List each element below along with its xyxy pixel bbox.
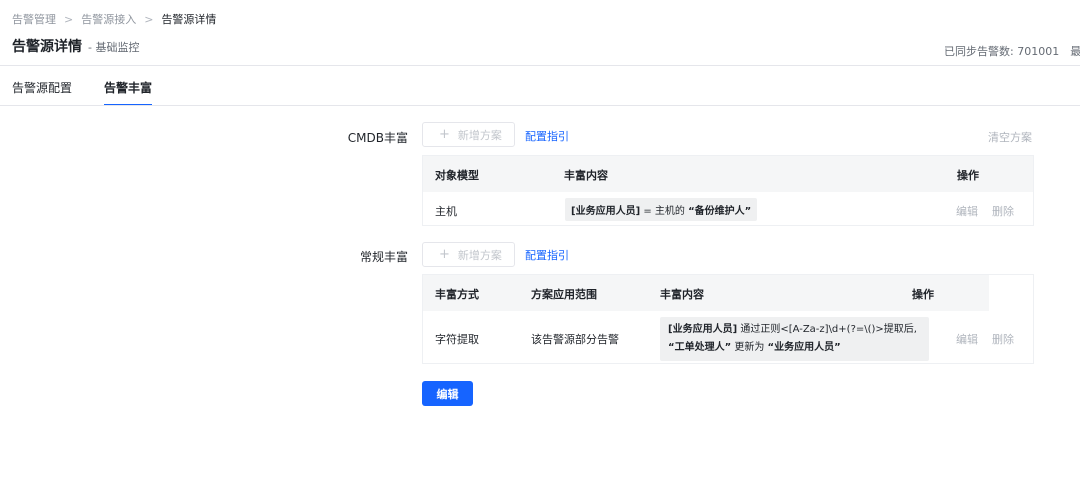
chevron-right-icon: >	[144, 12, 154, 26]
apply-scope-cell: 该告警源部分告警	[531, 333, 619, 346]
plus-icon: +	[439, 247, 450, 262]
edit-row-button[interactable]: 编辑	[956, 203, 978, 219]
regular-table-header: 丰富方式 方案应用范围 丰富内容 操作	[423, 275, 989, 311]
tab-alert-source-config[interactable]: 告警源配置	[12, 66, 72, 106]
cmdb-guide-link[interactable]: 配置指引	[525, 128, 569, 144]
update-text: 更新为	[731, 342, 768, 353]
destination-field: “业务应用人员”	[767, 342, 841, 353]
regular-section-label: 常规丰富	[359, 250, 408, 264]
mapping-text: = 主机的	[640, 206, 689, 217]
target-role: [业务应用人员]	[571, 206, 641, 217]
tab-alert-enrichment[interactable]: 告警丰富	[104, 66, 153, 106]
plus-icon: +	[439, 127, 450, 142]
tab-bar: 告警源配置 告警丰富	[12, 66, 184, 106]
column-header-enrich-content: 丰富内容	[660, 288, 704, 301]
column-header-enrich-method: 丰富方式	[435, 288, 479, 301]
column-header-apply-scope: 方案应用范围	[531, 288, 597, 301]
add-plan-label: 新增方案	[457, 248, 502, 262]
enrich-content-chip: [业务应用人员] = 主机的 “备份维护人”	[565, 198, 758, 221]
chevron-right-icon: >	[64, 12, 74, 26]
cmdb-section-label: CMDB丰富	[347, 131, 408, 145]
edit-button[interactable]: 编辑	[422, 381, 473, 406]
cmdb-add-plan-button[interactable]: + 新增方案	[422, 122, 515, 147]
edit-row-button[interactable]: 编辑	[956, 331, 978, 347]
source-field: “备份维护人”	[688, 206, 752, 217]
breadcrumb: 告警管理 > 告警源接入 > 告警源详情	[12, 11, 216, 27]
synced-alert-count: 已同步告警数: 701001 最	[944, 45, 1080, 58]
page-subtitle: - 基础监控	[88, 41, 140, 54]
target-role: [业务应用人员]	[668, 324, 738, 335]
enrich-content-chip: [业务应用人员] 通过正则<[A-Za-z]\d+(?=\()>提取后, “工单…	[660, 317, 929, 361]
source-field: “工单处理人”	[668, 342, 732, 353]
title-row: 告警源详情 - 基础监控	[12, 36, 139, 56]
delete-row-button[interactable]: 删除	[992, 203, 1014, 219]
object-model-cell: 主机	[435, 205, 457, 218]
breadcrumb-item-alert-source-access[interactable]: 告警源接入	[81, 11, 136, 27]
column-header-actions: 操作	[912, 288, 934, 301]
content-line-2: “工单处理人” 更新为 “业务应用人员”	[668, 339, 921, 357]
column-header-enrich-content: 丰富内容	[564, 169, 608, 182]
column-header-actions: 操作	[957, 169, 979, 182]
regular-add-plan-button[interactable]: + 新增方案	[422, 242, 515, 267]
regular-table: 丰富方式 方案应用范围 丰富内容 操作 字符提取 该告警源部分告警 [业务应用人…	[422, 274, 1034, 364]
cmdb-table: 对象模型 丰富内容 操作 主机 [业务应用人员] = 主机的 “备份维护人” 编…	[422, 155, 1034, 226]
clear-plan-link[interactable]: 清空方案	[988, 129, 1032, 145]
cmdb-table-header: 对象模型 丰富内容 操作	[423, 156, 1033, 192]
tabs-divider	[0, 105, 1080, 106]
regular-guide-link[interactable]: 配置指引	[525, 247, 569, 263]
content-line-1: [业务应用人员] 通过正则<[A-Za-z]\d+(?=\()>提取后,	[668, 321, 921, 339]
column-header-object-model: 对象模型	[435, 169, 479, 182]
page-title: 告警源详情	[12, 39, 82, 55]
delete-row-button[interactable]: 删除	[992, 331, 1014, 347]
regex-text: 通过正则<[A-Za-z]\d+(?=\()>提取后,	[737, 324, 917, 335]
enrich-method-cell: 字符提取	[435, 333, 479, 346]
breadcrumb-item-current: 告警源详情	[161, 13, 217, 26]
add-plan-label: 新增方案	[457, 128, 502, 142]
breadcrumb-item-alert-management[interactable]: 告警管理	[12, 11, 56, 27]
